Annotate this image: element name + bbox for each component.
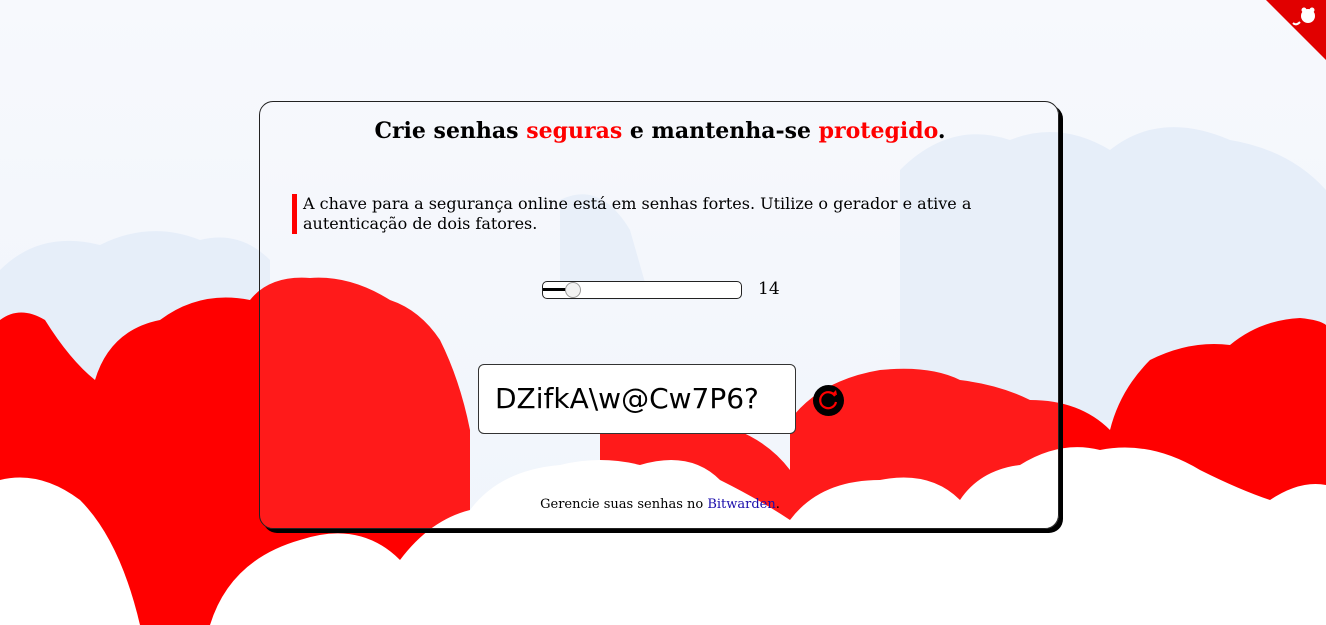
refresh-button[interactable] (813, 385, 844, 416)
footer-suffix: . (775, 497, 780, 512)
generator-card: Crie senhas seguras e mantenha-se proteg… (259, 101, 1059, 529)
length-slider[interactable] (542, 280, 742, 300)
title-part-1: Crie senhas (374, 118, 527, 144)
corner-ribbon[interactable] (1266, 0, 1326, 60)
footer-prefix: Gerencie suas senhas no (540, 497, 708, 512)
intro-quote: A chave para a segurança online está em … (292, 194, 1023, 234)
page-title: Crie senhas seguras e mantenha-se proteg… (260, 118, 1060, 144)
page: Crie senhas seguras e mantenha-se proteg… (0, 0, 1326, 625)
length-value: 14 (758, 279, 780, 299)
password-output[interactable]: DZifkA\w@Cw7P6? (478, 364, 796, 434)
footer-text: Gerencie suas senhas no Bitwarden. (260, 497, 1060, 512)
refresh-icon (819, 390, 838, 410)
slider-thumb[interactable] (565, 282, 581, 298)
title-part-3: . (937, 118, 946, 144)
bitwarden-link[interactable]: Bitwarden (707, 497, 775, 512)
title-accent-seguras: seguras (526, 118, 623, 144)
title-part-2: e mantenha-se (622, 118, 819, 144)
title-accent-protegido: protegido (818, 118, 938, 144)
